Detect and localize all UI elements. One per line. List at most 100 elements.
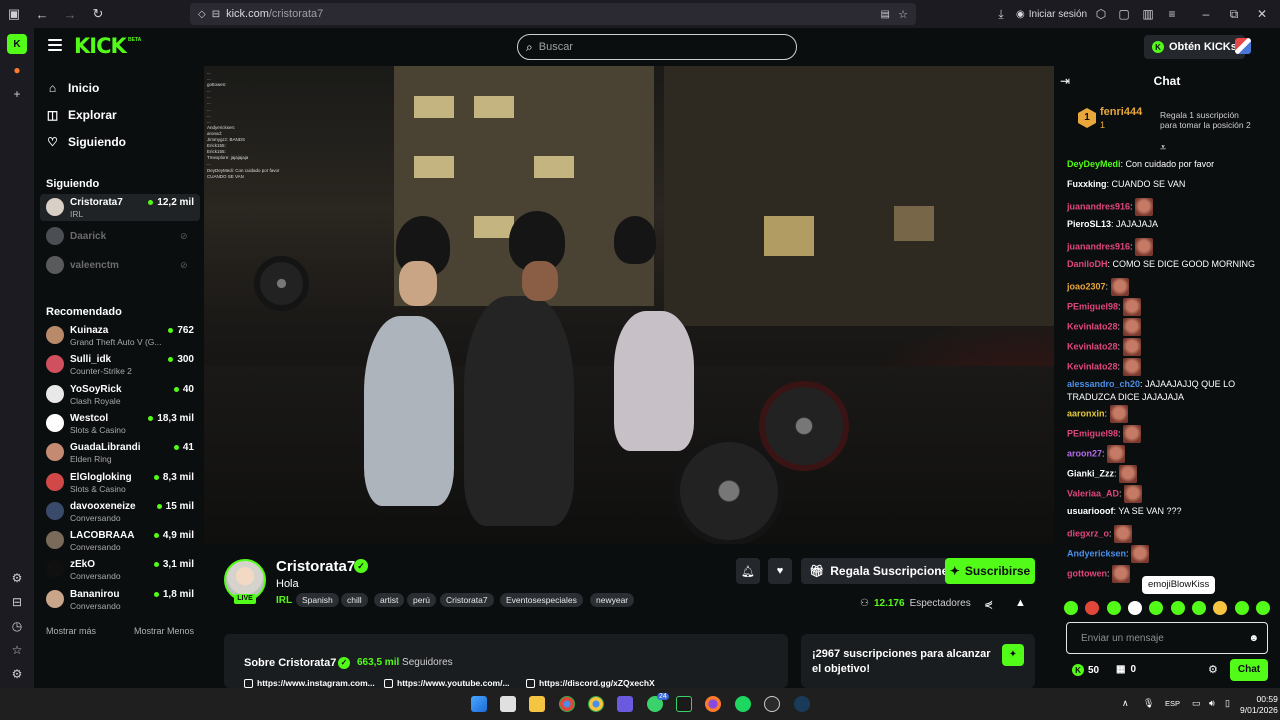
quick-emote-icon[interactable] — [1064, 601, 1078, 615]
reload-icon[interactable]: ↻ — [84, 0, 112, 28]
sidebar-toggle-icon[interactable]: ▣ — [0, 0, 28, 28]
show-more-button[interactable]: Mostrar más — [46, 626, 96, 636]
report-icon[interactable]: ▲ — [1015, 597, 1026, 609]
teams-icon[interactable] — [617, 696, 633, 712]
sidebar-view-icon[interactable]: ▥ — [1138, 4, 1158, 24]
chat-username[interactable]: Kevinlato28 — [1067, 361, 1118, 371]
channel-row-daarick[interactable]: Daarick ⊘ — [40, 223, 200, 250]
stream-tag[interactable]: artist — [374, 593, 405, 607]
chat-username[interactable]: alessandro_ch20 — [1067, 379, 1140, 389]
channel-row-guadalibrandi[interactable]: GuadaLibrandi Elden Ring 41 — [40, 439, 200, 466]
quick-emote-icon[interactable] — [1213, 601, 1228, 615]
follow-heart-button[interactable]: ♥ — [768, 558, 792, 584]
discord-link[interactable]: https://discord.gg/xZQxechX — [526, 678, 655, 688]
chat-message-input[interactable] — [1081, 632, 1241, 644]
chat-username[interactable]: Fuxxking — [1067, 179, 1107, 189]
close-icon[interactable]: ✕ — [1252, 4, 1272, 24]
stream-tag[interactable]: perú — [407, 593, 437, 607]
address-bar[interactable]: ◇ ⊟ kick.com/cristorata7 ▤ ☆ — [190, 3, 916, 25]
quick-emote-icon[interactable] — [1085, 601, 1100, 615]
minimize-icon[interactable]: – — [1196, 4, 1216, 24]
video-player[interactable]: ...... gottowen:.................. Andyeri… — [204, 66, 1054, 544]
channel-row-davooxeneize[interactable]: davooxeneize Conversando 15 mil — [40, 498, 200, 525]
chat-username[interactable]: gottowen — [1067, 568, 1107, 578]
obs-icon[interactable] — [764, 696, 780, 712]
quick-emote-icon[interactable] — [1106, 601, 1121, 615]
subscribe-button[interactable]: ✦ Suscribirse — [945, 558, 1035, 584]
chat-username[interactable]: joao2307 — [1067, 281, 1106, 291]
channel-row-sulli_idk[interactable]: Sulli_idk Counter-Strike 2 300 — [40, 351, 200, 378]
folder-icon[interactable] — [529, 696, 545, 712]
quick-emote-icon[interactable] — [1170, 601, 1185, 615]
bookmark-star-icon[interactable]: ☆ — [898, 8, 908, 21]
chat-username[interactable]: DeyDeyMedi — [1067, 159, 1121, 169]
quick-emote-icon[interactable] — [1127, 601, 1142, 615]
chat-username[interactable]: aroon27 — [1067, 448, 1102, 458]
chat-username[interactable]: juanandres916 — [1067, 241, 1130, 251]
search-bar[interactable]: ⌕ — [517, 34, 797, 60]
youtube-link[interactable]: https://www.youtube.com/... — [384, 678, 510, 688]
stream-tag[interactable]: chill — [341, 593, 368, 607]
instagram-link[interactable]: https://www.instagram.com... — [244, 678, 375, 688]
chat-username[interactable]: Kevinlato28 — [1067, 321, 1118, 331]
battery-icon[interactable]: ▯ — [1225, 698, 1230, 709]
quick-emote-icon[interactable] — [1191, 601, 1206, 615]
quick-emote-icon[interactable] — [1149, 601, 1164, 615]
channel-row-cristorata7[interactable]: Cristorata7 IRL 12,2 mil — [40, 194, 200, 221]
channel-row-lacobraaa[interactable]: LACOBRAAA Conversando 4,9 mil — [40, 527, 200, 554]
file-explorer-icon[interactable] — [500, 696, 516, 712]
quick-emote-icon[interactable] — [1234, 601, 1249, 615]
extensions-icon[interactable]: ⬡ — [1091, 4, 1111, 24]
nav-item-inicio[interactable]: ⌂ Inicio — [46, 78, 99, 98]
kicks-balance[interactable]: K 50 — [1072, 664, 1099, 676]
emoji-picker-icon[interactable]: ☻ — [1248, 633, 1259, 644]
pinned-gifter[interactable]: 1 fenri444 1 Regala 1 suscripción para to… — [1054, 98, 1280, 140]
chat-username[interactable]: aaronxin — [1067, 408, 1105, 418]
kick-tab-icon[interactable]: K — [7, 34, 27, 54]
chat-username[interactable]: Andyericksen — [1067, 548, 1126, 558]
login-button[interactable]: ◉ Iniciar sesión — [1016, 5, 1087, 23]
stream-category[interactable]: IRL — [276, 595, 292, 606]
chat-username[interactable]: PieroSL13 — [1067, 219, 1111, 229]
chat-username[interactable]: Valeriaa_AD — [1067, 488, 1119, 498]
stream-tag[interactable]: newyear — [590, 593, 635, 607]
reader-icon[interactable]: ▤ — [881, 9, 890, 20]
forward-icon[interactable]: → — [56, 0, 84, 28]
chat-send-button[interactable]: Chat — [1230, 659, 1268, 681]
chat-username[interactable]: usuariooof — [1067, 506, 1114, 516]
downloads-panel-icon[interactable]: ⊟ — [7, 592, 27, 612]
chat-username[interactable]: PEmiguel98 — [1067, 428, 1118, 438]
gift-subs-button[interactable]: 🎁︎ Regala Suscripciones — [801, 558, 963, 584]
share-icon[interactable]: ⋞ — [984, 598, 993, 611]
chat-username[interactable]: PEmiguel98 — [1067, 301, 1118, 311]
user-avatar[interactable] — [1235, 38, 1251, 54]
kick-logo[interactable]: KICK — [74, 34, 127, 58]
show-less-button[interactable]: Mostrar Menos — [134, 626, 194, 636]
firefox-icon[interactable]: ● — [7, 60, 27, 80]
stream-tag[interactable]: Cristorata7 — [440, 593, 494, 607]
download-icon[interactable]: ⤓ — [991, 4, 1011, 24]
chrome-profile-icon[interactable] — [588, 696, 604, 712]
notification-bell-button[interactable]: 🔔︎ — [736, 558, 760, 584]
monitor-icon[interactable]: ▭ — [1192, 698, 1201, 709]
channel-row-kuinaza[interactable]: Kuinaza Grand Theft Auto V (G... 762 — [40, 322, 200, 349]
chat-username[interactable]: juanandres916 — [1067, 201, 1130, 211]
chat-username[interactable]: Kevinlato28 — [1067, 341, 1118, 351]
menu-icon[interactable]: ≡ — [1162, 4, 1182, 24]
chat-username[interactable]: DaniloDH — [1067, 259, 1108, 269]
quick-emote-icon[interactable] — [1255, 601, 1270, 615]
channel-row-westcol[interactable]: Westcol Slots & Casino 18,3 mil — [40, 410, 200, 437]
nav-item-siguiendo[interactable]: ♡ Siguiendo — [46, 132, 126, 152]
firefox-taskbar-icon[interactable] — [705, 696, 721, 712]
history-icon[interactable]: ◷ — [7, 616, 27, 636]
steam-icon[interactable] — [794, 696, 810, 712]
chat-input-box[interactable]: ☻ — [1066, 622, 1268, 654]
volume-icon[interactable]: 🔊︎ — [1209, 698, 1215, 709]
back-icon[interactable]: ← — [28, 0, 56, 28]
chat-username[interactable]: diegxrz_o — [1067, 528, 1109, 538]
chat-settings-icon[interactable]: ⚙ — [1208, 663, 1218, 676]
pycharm-icon[interactable] — [676, 696, 692, 712]
nav-item-explorar[interactable]: ◫ Explorar — [46, 105, 117, 125]
container-icon[interactable]: ▢ — [1114, 4, 1134, 24]
add-icon[interactable]: + — [7, 84, 27, 104]
